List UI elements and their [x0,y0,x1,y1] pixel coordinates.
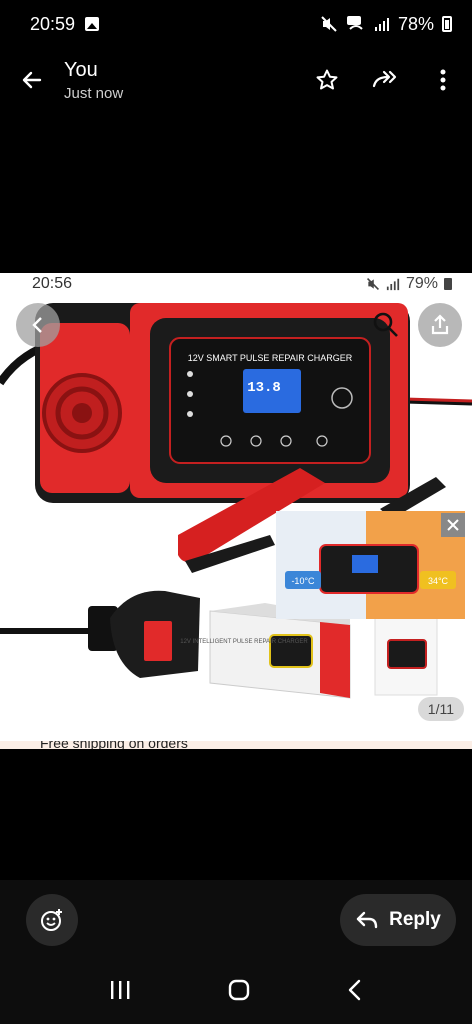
image-search-button[interactable] [364,303,408,347]
star-button[interactable] [298,48,356,112]
sent-time: Just now [64,84,124,102]
battery-percent: 78% [397,13,434,34]
more-vert-icon [440,69,446,91]
close-thumbnail-button[interactable] [441,513,465,537]
gallery-icon [85,17,100,31]
system-nav-bar [0,960,472,1024]
reply-bar: Reply [0,880,472,960]
image-counter: 1/11 [417,697,464,721]
forward-button[interactable] [356,48,414,112]
winter-temp: -10°C [291,576,315,586]
mute-icon [321,16,337,32]
close-icon [447,519,459,531]
footer-strip: Free shipping on orders [0,741,472,749]
signal-icon [374,18,389,31]
summer-temp: 34°C [428,576,449,586]
more-options-button[interactable] [414,48,472,112]
emoji-add-icon [41,909,62,931]
image-back-button[interactable] [16,303,60,347]
shared-image[interactable]: 20:56 79% 12V SMART PULSE REPAIR CHARGER… [0,273,472,749]
status-bar: 20:59 78% [0,0,472,48]
nav-back-button[interactable] [347,979,363,1006]
reply-button[interactable]: Reply [340,894,456,946]
back-button[interactable] [0,48,64,112]
star-icon [316,69,338,90]
image-share-button[interactable] [418,303,462,347]
device-title: 12V SMART PULSE REPAIR CHARGER [188,353,353,363]
nav-recents-icon [110,980,130,999]
sender-name: You [64,58,98,81]
footer-text: Free shipping on orders [40,741,188,749]
product-photo: 12V SMART PULSE REPAIR CHARGER 13.8 12V … [0,303,472,699]
share-icon [431,314,449,335]
nav-home-button[interactable] [228,979,250,1006]
chevron-left-icon [32,317,42,333]
nav-back-icon [349,979,361,1000]
back-arrow-icon [22,71,42,89]
search-icon [373,312,398,337]
status-time: 20:59 [30,13,76,34]
emoji-reaction-button[interactable] [26,894,78,946]
nav-recents-button[interactable] [109,980,131,1005]
app-bar: You Just now [0,48,472,112]
reply-arrow-icon [356,911,378,929]
lcd-value: 13.8 [247,380,281,396]
nav-home-icon [228,979,250,1000]
reply-label: Reply [389,909,441,930]
battery-icon [442,16,452,32]
wifi-5g-icon [346,16,363,30]
box-label: 12V INTELLIGENT PULSE REPAIR CHARGER [180,639,308,645]
forward-icon [372,70,397,88]
